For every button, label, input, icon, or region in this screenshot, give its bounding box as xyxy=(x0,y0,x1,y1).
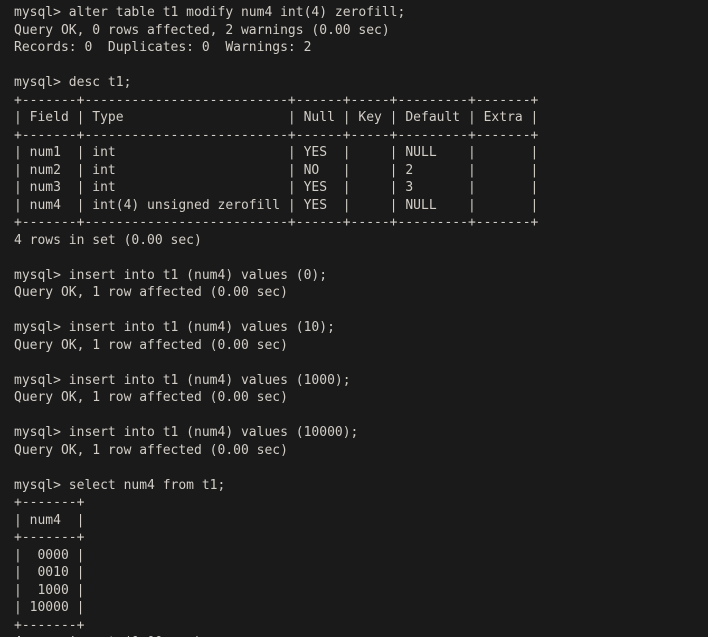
terminal-output-line: | num2 | int | NO | | 2 | | xyxy=(14,162,539,178)
terminal-output-line: Query OK, 1 row affected (0.00 sec) xyxy=(14,285,288,300)
terminal-output-line: Query OK, 1 row affected (0.00 sec) xyxy=(14,390,288,405)
terminal-command-line: mysql> insert into t1 (num4) values (100… xyxy=(14,372,351,388)
terminal-command-line: mysql> insert into t1 (num4) values (10)… xyxy=(14,320,335,335)
terminal-output-line: Records: 0 Duplicates: 0 Warnings: 2 xyxy=(14,40,312,55)
terminal-output-line: +-------+ xyxy=(14,617,85,633)
terminal-output-line: Query OK, 1 row affected (0.00 sec) xyxy=(14,442,288,458)
terminal-command-line: mysql> select num4 from t1; xyxy=(14,477,226,493)
terminal-command-line: mysql> insert into t1 (num4) values (100… xyxy=(14,425,359,440)
terminal-output-line: Query OK, 1 row affected (0.00 sec) xyxy=(14,337,288,353)
terminal-output-line: | 10000 | xyxy=(14,600,85,615)
terminal-output-line: | 0010 | xyxy=(14,565,85,580)
terminal-command-line: mysql> alter table t1 modify num4 int(4)… xyxy=(14,5,406,20)
terminal-output[interactable]: mysql> alter table t1 modify num4 int(4)… xyxy=(0,0,708,637)
terminal-output-line: +-------+--------------------------+----… xyxy=(14,215,539,230)
terminal-output-line: | num3 | int | YES | | 3 | | xyxy=(14,180,539,195)
terminal-output-line: | 0000 | xyxy=(14,547,85,563)
terminal-output-line: 4 rows in set (0.00 sec) xyxy=(14,232,202,248)
terminal-output-line: +-------+ xyxy=(14,495,85,510)
terminal-command-line: mysql> insert into t1 (num4) values (0); xyxy=(14,267,328,283)
terminal-output-line: +-------+--------------------------+----… xyxy=(14,127,539,143)
terminal-output-line: | num1 | int | YES | | NULL | | xyxy=(14,145,539,160)
terminal-output-line: | num4 | int(4) unsigned zerofill | YES … xyxy=(14,197,539,213)
terminal-output-line: | Field | Type | Null | Key | Default | … xyxy=(14,110,539,125)
terminal-command-line: mysql> desc t1; xyxy=(14,75,132,90)
terminal-output-line: Query OK, 0 rows affected, 2 warnings (0… xyxy=(14,22,390,38)
terminal-output-line: +-------+ xyxy=(14,530,85,545)
terminal-output-line: | num4 | xyxy=(14,512,85,528)
terminal-output-line: +-------+--------------------------+----… xyxy=(14,92,539,108)
terminal-output-line: | 1000 | xyxy=(14,582,85,598)
